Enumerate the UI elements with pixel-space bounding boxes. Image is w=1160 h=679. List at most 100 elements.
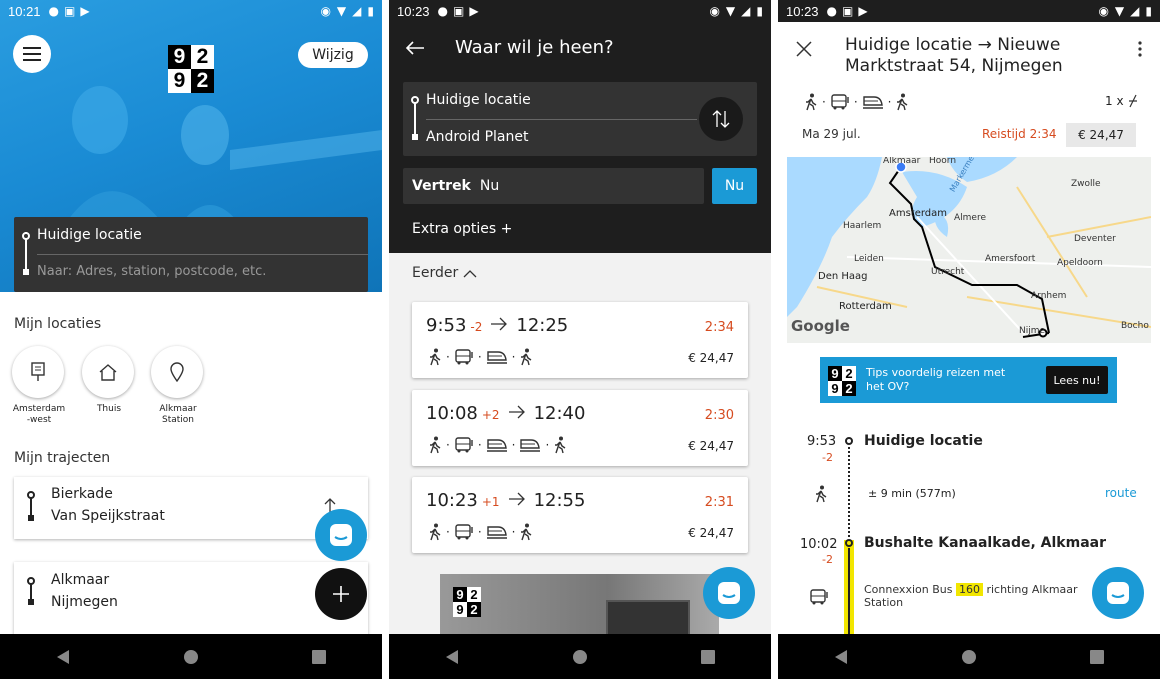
route-map[interactable]: Alkmaar Hoorn Zwolle Markermeer Amsterda… — [787, 157, 1151, 343]
chat-icon — [330, 524, 352, 546]
9292-logo: 9292 — [828, 366, 856, 396]
tips-banner[interactable]: 9292 Tips voordelig reizen met het OV? L… — [820, 357, 1117, 403]
map-label: Hoorn — [929, 157, 957, 166]
android-nav-bar — [0, 634, 382, 679]
location-pin-icon — [170, 362, 184, 382]
location-label: Thuis — [96, 404, 122, 414]
my-routes-title: Mijn trajecten — [14, 450, 111, 466]
back-nav-icon[interactable] — [834, 649, 848, 665]
route-link[interactable]: route — [1105, 486, 1137, 500]
departure-time: 10:08 — [426, 403, 478, 424]
battery-icon: ▮ — [756, 4, 763, 18]
read-now-button[interactable]: Lees nu! — [1046, 366, 1108, 394]
map-label: Utrecht — [931, 267, 965, 277]
map-label: Haarlem — [843, 221, 882, 231]
mail-icon: ▣ — [453, 4, 465, 18]
departure-time: 9:53 — [426, 315, 467, 336]
arrow-right-icon — [508, 405, 525, 419]
walk-duration: ± 9 min (577m) — [868, 487, 956, 500]
back-arrow-icon[interactable] — [405, 40, 425, 56]
location-home[interactable]: Thuis — [82, 346, 136, 414]
back-nav-icon[interactable] — [56, 649, 70, 665]
duration: 2:34 — [704, 320, 734, 335]
chevron-up-icon — [463, 269, 477, 277]
bus-icon — [455, 349, 473, 365]
status-bar: 10:21 ● ▣ ▶ ◉ ▼ ◢ ▮ — [0, 0, 382, 22]
recents-nav-icon[interactable] — [311, 649, 326, 664]
chat-icon — [718, 582, 740, 604]
to-input[interactable]: Naar: Adres, station, postcode, etc. — [37, 264, 266, 279]
status-bar: 10:23 ● ▣ ▶ ◉ ▼ ◢ ▮ — [778, 0, 1160, 22]
train-icon — [486, 526, 507, 539]
route-to: Van Speijkstraat — [51, 508, 165, 524]
more-options-icon[interactable] — [1138, 41, 1142, 57]
trip-title: Huidige locatie → Nieuwe Marktstraat 54,… — [845, 35, 1063, 76]
trip-card[interactable]: 10:08 +2 12:40 2:30 · · · · € 24,47 — [412, 390, 748, 466]
home-nav-icon[interactable] — [961, 649, 977, 665]
status-time: 10:23 — [397, 3, 430, 19]
banner-text: Tips voordelig reizen met het OV? — [866, 366, 1006, 393]
swap-button[interactable] — [699, 97, 743, 141]
step-place: Bushalte Kanaalkade, Alkmaar — [864, 535, 1106, 551]
trip-card[interactable]: 10:23 +1 12:55 2:31 · · · € 24,47 — [412, 477, 748, 553]
battery-icon: ▮ — [1145, 4, 1152, 18]
arrow-right-icon — [508, 492, 525, 506]
walk-icon — [430, 523, 441, 541]
location-label: Amsterdam -west — [12, 404, 66, 425]
trip-date: Ma 29 jul. — [802, 127, 861, 141]
menu-button[interactable] — [13, 35, 51, 73]
map-label: Almere — [954, 213, 987, 223]
transport-modes: · · · — [804, 93, 909, 111]
wifi-icon: ▼ — [725, 4, 736, 18]
price-badge: € 24,47 — [1066, 123, 1136, 147]
step-delay: -2 — [822, 553, 833, 566]
recents-nav-icon[interactable] — [1089, 649, 1104, 664]
walk-icon — [897, 93, 908, 111]
bus-icon — [455, 524, 473, 540]
home-nav-icon[interactable] — [183, 649, 199, 665]
earlier-button[interactable]: Eerder — [412, 265, 477, 281]
home-nav-icon[interactable] — [572, 649, 588, 665]
spotify-icon: ● — [48, 4, 60, 18]
bus-line-badge: 160 — [955, 583, 983, 596]
location-amsterdam[interactable]: Amsterdam -west — [12, 346, 66, 426]
spotify-icon: ● — [437, 4, 449, 18]
recents-nav-icon[interactable] — [700, 649, 715, 664]
now-button[interactable]: Nu — [712, 168, 757, 204]
delay: +1 — [481, 495, 500, 509]
route-box: Huidige locatie Android Planet — [403, 82, 757, 156]
page-title: Waar wil je heen? — [455, 37, 614, 58]
from-field[interactable]: Huidige locatie — [37, 227, 142, 243]
duration: 2:30 — [704, 408, 734, 423]
chat-button[interactable] — [1092, 567, 1144, 619]
departure-field[interactable]: Vertrek Nu — [403, 168, 704, 204]
location-alkmaar[interactable]: Alkmaar Station — [151, 346, 205, 426]
route-to: Nijmegen — [51, 594, 118, 610]
chat-button[interactable] — [315, 509, 367, 561]
trip-card[interactable]: 9:53 -2 12:25 2:34 · · · € 24,47 — [412, 302, 748, 378]
change-button[interactable]: Wijzig — [298, 42, 368, 68]
arrival-time: 12:55 — [533, 490, 586, 511]
delay: +2 — [481, 408, 500, 422]
train-icon — [486, 351, 507, 364]
add-button[interactable] — [315, 568, 367, 620]
swap-icon — [712, 110, 730, 128]
back-nav-icon[interactable] — [445, 649, 459, 665]
location-icon: ◉ — [1098, 4, 1109, 18]
phone-screen-search: 10:23 ● ▣ ▶ ◉ ▼ ◢ ▮ Waar wil je heen? Huidige… — [389, 0, 771, 679]
close-icon[interactable] — [796, 41, 812, 57]
phone-screen-home: 10:21 ● ▣ ▶ ◉ ▼ ◢ ▮ 92 92 Wijzig Huidige loca… — [0, 0, 382, 679]
price: € 24,47 — [688, 526, 734, 540]
transfers: 1 x — [1105, 94, 1138, 108]
from-field[interactable]: Huidige locatie — [426, 92, 531, 108]
bus-icon — [831, 94, 849, 110]
extra-options[interactable]: Extra opties + — [412, 221, 512, 237]
map-label: Den Haag — [818, 271, 868, 282]
to-field[interactable]: Android Planet — [426, 129, 528, 145]
chat-button[interactable] — [703, 567, 755, 619]
bus-stop-icon — [31, 362, 45, 381]
map-label: Bocho — [1121, 321, 1149, 331]
wifi-icon: ▼ — [336, 4, 347, 18]
spotify-icon: ● — [826, 4, 838, 18]
duration: 2:31 — [704, 495, 734, 510]
